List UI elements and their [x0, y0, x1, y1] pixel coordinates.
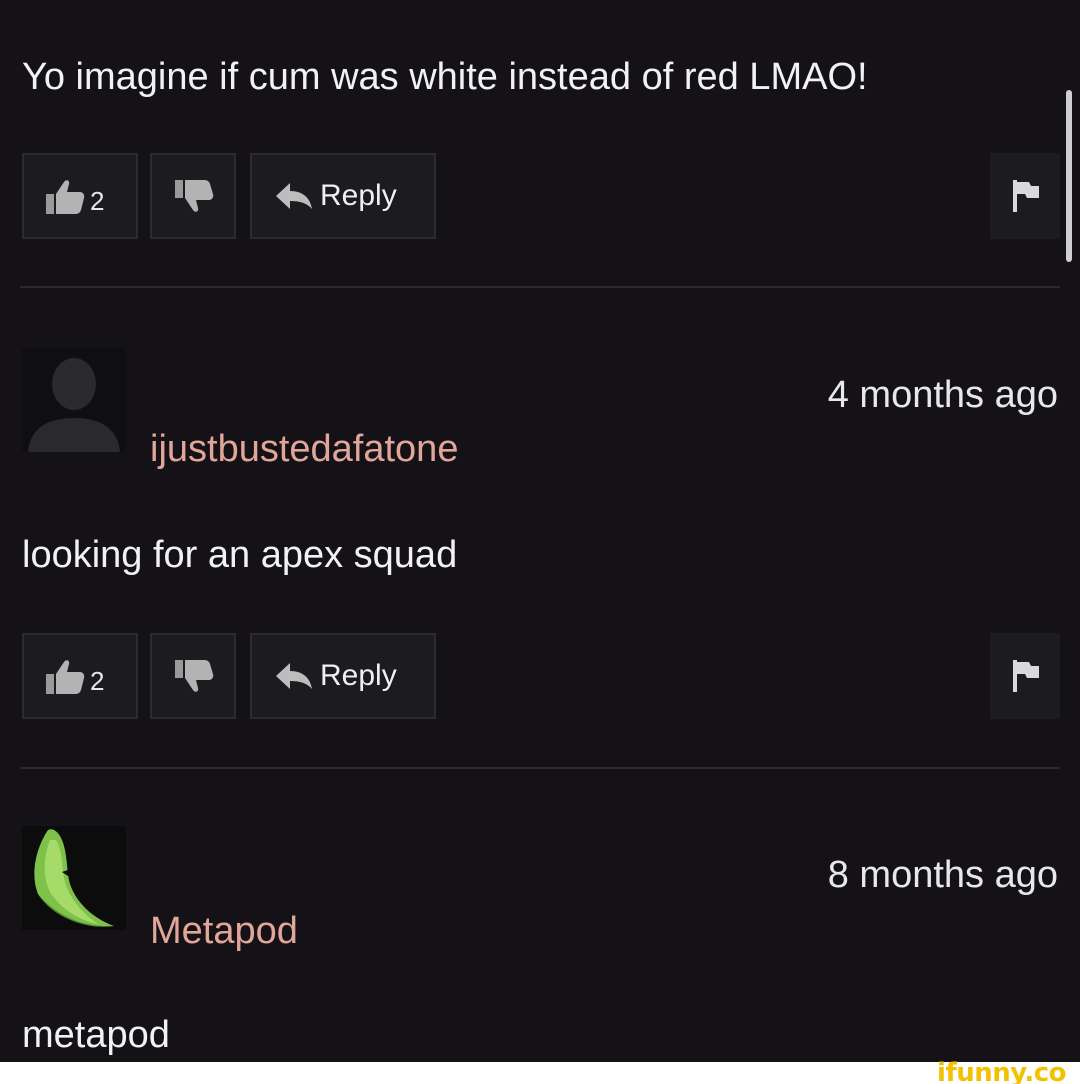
comment-text: looking for an apex squad: [22, 534, 458, 576]
comment-text: metapod: [22, 1014, 170, 1056]
reply-arrow-icon: [276, 183, 312, 209]
scrollbar-thumb[interactable]: [1066, 90, 1072, 262]
comment-text: Yo imagine if cum was white instead of r…: [22, 56, 868, 98]
reply-arrow-icon: [276, 663, 312, 689]
dislike-button[interactable]: [150, 633, 236, 719]
username[interactable]: ijustbustedafatone: [150, 428, 458, 471]
timestamp: 8 months ago: [827, 854, 1058, 896]
reply-label: Reply: [320, 179, 397, 212]
flag-icon: [1013, 180, 1039, 212]
avatar[interactable]: [22, 348, 126, 452]
ifunny-watermark: ifunny.co: [937, 1058, 1066, 1084]
reply-label: Reply: [320, 659, 397, 692]
avatar[interactable]: [22, 826, 126, 930]
flag-icon: [1013, 660, 1039, 692]
default-user-silhouette-icon: [22, 348, 126, 452]
like-button[interactable]: 2: [22, 633, 138, 719]
metapod-avatar: [22, 826, 126, 930]
comment-divider: [20, 286, 1060, 288]
timestamp: 4 months ago: [827, 374, 1058, 416]
like-button[interactable]: 2: [22, 153, 138, 239]
watermark-band: [0, 1062, 1080, 1084]
like-count: 2: [90, 665, 105, 696]
thumbs-down-icon: [175, 180, 214, 212]
reply-button[interactable]: Reply: [250, 633, 436, 719]
thumbs-up-icon: [46, 180, 85, 214]
flag-button[interactable]: [990, 633, 1060, 719]
flag-button[interactable]: [990, 153, 1060, 239]
thumbs-down-icon: [175, 660, 214, 692]
like-count: 2: [90, 185, 105, 216]
reply-button[interactable]: Reply: [250, 153, 436, 239]
thumbs-up-icon: [46, 660, 85, 694]
username[interactable]: Metapod: [150, 910, 298, 953]
comment-divider: [20, 767, 1060, 769]
dislike-button[interactable]: [150, 153, 236, 239]
